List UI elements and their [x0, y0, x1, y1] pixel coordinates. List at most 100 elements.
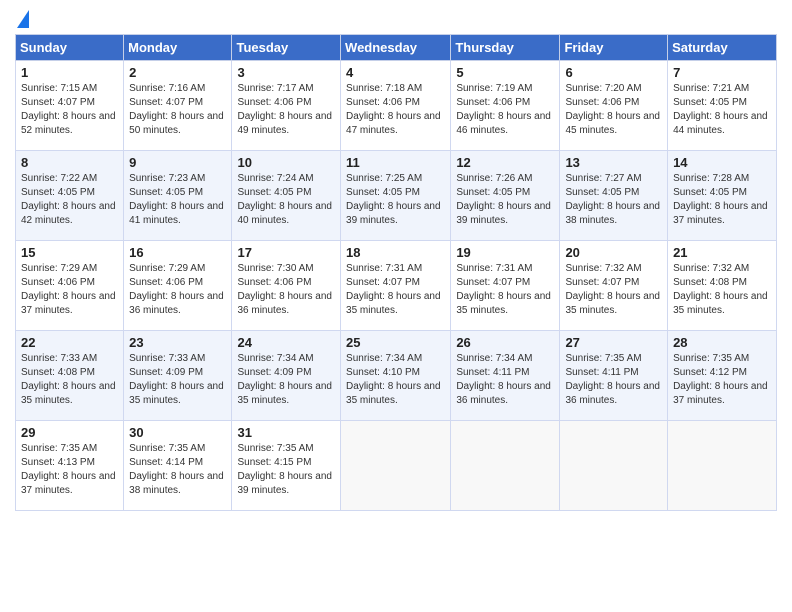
page: SundayMondayTuesdayWednesdayThursdayFrid…: [0, 0, 792, 612]
calendar-cell: 24 Sunrise: 7:34 AMSunset: 4:09 PMDaylig…: [232, 331, 341, 421]
calendar-cell: 23 Sunrise: 7:33 AMSunset: 4:09 PMDaylig…: [124, 331, 232, 421]
calendar-cell: 25 Sunrise: 7:34 AMSunset: 4:10 PMDaylig…: [341, 331, 451, 421]
day-number: 2: [129, 65, 226, 80]
day-info: Sunrise: 7:32 AMSunset: 4:07 PMDaylight:…: [565, 263, 660, 316]
calendar-cell: 12 Sunrise: 7:26 AMSunset: 4:05 PMDaylig…: [451, 151, 560, 241]
calendar-cell: 18 Sunrise: 7:31 AMSunset: 4:07 PMDaylig…: [341, 241, 451, 331]
calendar-cell: 11 Sunrise: 7:25 AMSunset: 4:05 PMDaylig…: [341, 151, 451, 241]
calendar-cell: 15 Sunrise: 7:29 AMSunset: 4:06 PMDaylig…: [16, 241, 124, 331]
weekday-header-friday: Friday: [560, 35, 668, 61]
day-number: 10: [237, 155, 335, 170]
day-info: Sunrise: 7:18 AMSunset: 4:06 PMDaylight:…: [346, 83, 441, 136]
day-number: 11: [346, 155, 445, 170]
calendar-cell: [560, 421, 668, 511]
day-info: Sunrise: 7:34 AMSunset: 4:09 PMDaylight:…: [237, 353, 332, 406]
calendar-cell: 29 Sunrise: 7:35 AMSunset: 4:13 PMDaylig…: [16, 421, 124, 511]
header: [15, 10, 777, 28]
day-number: 7: [673, 65, 771, 80]
calendar-cell: 6 Sunrise: 7:20 AMSunset: 4:06 PMDayligh…: [560, 61, 668, 151]
day-number: 22: [21, 335, 118, 350]
calendar-week-row: 29 Sunrise: 7:35 AMSunset: 4:13 PMDaylig…: [16, 421, 777, 511]
weekday-header-saturday: Saturday: [668, 35, 777, 61]
day-number: 21: [673, 245, 771, 260]
day-info: Sunrise: 7:35 AMSunset: 4:15 PMDaylight:…: [237, 443, 332, 496]
day-info: Sunrise: 7:35 AMSunset: 4:14 PMDaylight:…: [129, 443, 224, 496]
calendar-cell: 13 Sunrise: 7:27 AMSunset: 4:05 PMDaylig…: [560, 151, 668, 241]
day-info: Sunrise: 7:29 AMSunset: 4:06 PMDaylight:…: [21, 263, 116, 316]
day-info: Sunrise: 7:17 AMSunset: 4:06 PMDaylight:…: [237, 83, 332, 136]
day-info: Sunrise: 7:35 AMSunset: 4:12 PMDaylight:…: [673, 353, 768, 406]
day-info: Sunrise: 7:28 AMSunset: 4:05 PMDaylight:…: [673, 173, 768, 226]
weekday-header-sunday: Sunday: [16, 35, 124, 61]
day-info: Sunrise: 7:35 AMSunset: 4:13 PMDaylight:…: [21, 443, 116, 496]
calendar-cell: 5 Sunrise: 7:19 AMSunset: 4:06 PMDayligh…: [451, 61, 560, 151]
calendar-cell: 21 Sunrise: 7:32 AMSunset: 4:08 PMDaylig…: [668, 241, 777, 331]
day-info: Sunrise: 7:27 AMSunset: 4:05 PMDaylight:…: [565, 173, 660, 226]
logo-triangle-icon: [17, 10, 29, 28]
calendar-week-row: 22 Sunrise: 7:33 AMSunset: 4:08 PMDaylig…: [16, 331, 777, 421]
day-info: Sunrise: 7:21 AMSunset: 4:05 PMDaylight:…: [673, 83, 768, 136]
day-info: Sunrise: 7:24 AMSunset: 4:05 PMDaylight:…: [237, 173, 332, 226]
day-info: Sunrise: 7:34 AMSunset: 4:11 PMDaylight:…: [456, 353, 551, 406]
calendar-cell: [451, 421, 560, 511]
weekday-header-wednesday: Wednesday: [341, 35, 451, 61]
calendar-table: SundayMondayTuesdayWednesdayThursdayFrid…: [15, 34, 777, 511]
day-info: Sunrise: 7:19 AMSunset: 4:06 PMDaylight:…: [456, 83, 551, 136]
day-info: Sunrise: 7:16 AMSunset: 4:07 PMDaylight:…: [129, 83, 224, 136]
weekday-header-thursday: Thursday: [451, 35, 560, 61]
day-number: 8: [21, 155, 118, 170]
day-number: 12: [456, 155, 554, 170]
calendar-cell: 17 Sunrise: 7:30 AMSunset: 4:06 PMDaylig…: [232, 241, 341, 331]
calendar-cell: [341, 421, 451, 511]
day-number: 14: [673, 155, 771, 170]
day-number: 29: [21, 425, 118, 440]
logo: [15, 10, 29, 28]
day-info: Sunrise: 7:31 AMSunset: 4:07 PMDaylight:…: [456, 263, 551, 316]
calendar-cell: [668, 421, 777, 511]
calendar-week-row: 8 Sunrise: 7:22 AMSunset: 4:05 PMDayligh…: [16, 151, 777, 241]
day-number: 25: [346, 335, 445, 350]
day-number: 24: [237, 335, 335, 350]
day-number: 30: [129, 425, 226, 440]
day-info: Sunrise: 7:32 AMSunset: 4:08 PMDaylight:…: [673, 263, 768, 316]
calendar-cell: 16 Sunrise: 7:29 AMSunset: 4:06 PMDaylig…: [124, 241, 232, 331]
calendar-header-row: SundayMondayTuesdayWednesdayThursdayFrid…: [16, 35, 777, 61]
day-info: Sunrise: 7:33 AMSunset: 4:09 PMDaylight:…: [129, 353, 224, 406]
calendar-cell: 4 Sunrise: 7:18 AMSunset: 4:06 PMDayligh…: [341, 61, 451, 151]
day-number: 28: [673, 335, 771, 350]
day-info: Sunrise: 7:34 AMSunset: 4:10 PMDaylight:…: [346, 353, 441, 406]
day-number: 26: [456, 335, 554, 350]
calendar-cell: 9 Sunrise: 7:23 AMSunset: 4:05 PMDayligh…: [124, 151, 232, 241]
calendar-cell: 1 Sunrise: 7:15 AMSunset: 4:07 PMDayligh…: [16, 61, 124, 151]
day-number: 20: [565, 245, 662, 260]
day-number: 3: [237, 65, 335, 80]
day-number: 19: [456, 245, 554, 260]
day-number: 16: [129, 245, 226, 260]
day-number: 15: [21, 245, 118, 260]
calendar-cell: 22 Sunrise: 7:33 AMSunset: 4:08 PMDaylig…: [16, 331, 124, 421]
day-info: Sunrise: 7:22 AMSunset: 4:05 PMDaylight:…: [21, 173, 116, 226]
day-number: 4: [346, 65, 445, 80]
day-info: Sunrise: 7:20 AMSunset: 4:06 PMDaylight:…: [565, 83, 660, 136]
calendar-cell: 19 Sunrise: 7:31 AMSunset: 4:07 PMDaylig…: [451, 241, 560, 331]
day-info: Sunrise: 7:15 AMSunset: 4:07 PMDaylight:…: [21, 83, 116, 136]
calendar-cell: 8 Sunrise: 7:22 AMSunset: 4:05 PMDayligh…: [16, 151, 124, 241]
calendar-cell: 14 Sunrise: 7:28 AMSunset: 4:05 PMDaylig…: [668, 151, 777, 241]
day-info: Sunrise: 7:33 AMSunset: 4:08 PMDaylight:…: [21, 353, 116, 406]
calendar-week-row: 15 Sunrise: 7:29 AMSunset: 4:06 PMDaylig…: [16, 241, 777, 331]
day-number: 18: [346, 245, 445, 260]
weekday-header-tuesday: Tuesday: [232, 35, 341, 61]
day-info: Sunrise: 7:25 AMSunset: 4:05 PMDaylight:…: [346, 173, 441, 226]
day-info: Sunrise: 7:26 AMSunset: 4:05 PMDaylight:…: [456, 173, 551, 226]
day-info: Sunrise: 7:30 AMSunset: 4:06 PMDaylight:…: [237, 263, 332, 316]
day-number: 17: [237, 245, 335, 260]
day-info: Sunrise: 7:35 AMSunset: 4:11 PMDaylight:…: [565, 353, 660, 406]
calendar-cell: 27 Sunrise: 7:35 AMSunset: 4:11 PMDaylig…: [560, 331, 668, 421]
day-number: 9: [129, 155, 226, 170]
calendar-cell: 3 Sunrise: 7:17 AMSunset: 4:06 PMDayligh…: [232, 61, 341, 151]
weekday-header-monday: Monday: [124, 35, 232, 61]
day-info: Sunrise: 7:23 AMSunset: 4:05 PMDaylight:…: [129, 173, 224, 226]
calendar-cell: 7 Sunrise: 7:21 AMSunset: 4:05 PMDayligh…: [668, 61, 777, 151]
calendar-cell: 10 Sunrise: 7:24 AMSunset: 4:05 PMDaylig…: [232, 151, 341, 241]
calendar-cell: 28 Sunrise: 7:35 AMSunset: 4:12 PMDaylig…: [668, 331, 777, 421]
